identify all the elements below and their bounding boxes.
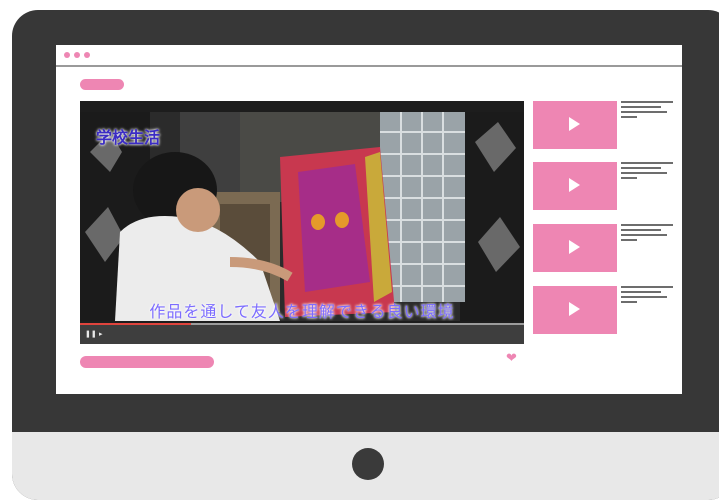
play-pause-icon[interactable]: ❚❚ ▸	[85, 331, 102, 338]
window-dot-icon[interactable]	[64, 52, 70, 58]
video-subtitle: 作品を通して友人を理解できる良い環境	[149, 302, 455, 321]
text-line	[621, 167, 661, 169]
monitor-chin	[12, 432, 719, 500]
text-line	[621, 301, 637, 303]
play-icon	[569, 178, 580, 192]
category-tag[interactable]	[80, 79, 124, 90]
text-line	[621, 234, 667, 236]
text-line	[621, 286, 673, 288]
power-button-icon[interactable]	[352, 448, 384, 480]
window-dot-icon[interactable]	[74, 52, 80, 58]
video-frame[interactable]: 学校生活 作品を通して友人を理解できる良い環境	[80, 112, 524, 321]
text-line	[621, 162, 673, 164]
text-line	[621, 224, 673, 226]
text-line	[621, 111, 667, 113]
video-controls: ❚❚ ▸	[80, 323, 524, 344]
browser-window: 学校生活 作品を通して友人を理解できる良い環境 ❚❚ ▸ ❤	[56, 45, 682, 394]
video-title-overlay: 学校生活	[96, 128, 161, 147]
progress-fill	[80, 323, 191, 325]
playlist-item[interactable]	[533, 101, 673, 149]
text-line	[621, 101, 673, 103]
text-line	[621, 106, 661, 108]
monitor: 学校生活 作品を通して友人を理解できる良い環境 ❚❚ ▸ ❤	[12, 10, 719, 500]
heart-icon[interactable]: ❤	[506, 352, 517, 365]
text-line	[621, 116, 637, 118]
text-line	[621, 177, 637, 179]
playlist-thumbnail[interactable]	[533, 162, 617, 210]
text-line	[621, 291, 661, 293]
video-title-placeholder	[80, 356, 214, 368]
playlist-item[interactable]	[533, 162, 673, 210]
window-dot-icon[interactable]	[84, 52, 90, 58]
playlist-thumbnail[interactable]	[533, 286, 617, 334]
browser-title-bar	[56, 45, 682, 67]
play-icon	[569, 302, 580, 316]
text-line	[621, 229, 661, 231]
text-line	[621, 172, 667, 174]
play-icon	[569, 117, 580, 131]
play-icon	[569, 240, 580, 254]
playlist-thumbnail[interactable]	[533, 224, 617, 272]
playlist-thumbnail[interactable]	[533, 101, 617, 149]
text-line	[621, 296, 667, 298]
video-player[interactable]: 学校生活 作品を通して友人を理解できる良い環境 ❚❚ ▸	[80, 101, 524, 344]
text-line	[621, 239, 637, 241]
playlist-item[interactable]	[533, 286, 673, 334]
playlist-item[interactable]	[533, 224, 673, 272]
progress-bar[interactable]	[80, 323, 524, 325]
